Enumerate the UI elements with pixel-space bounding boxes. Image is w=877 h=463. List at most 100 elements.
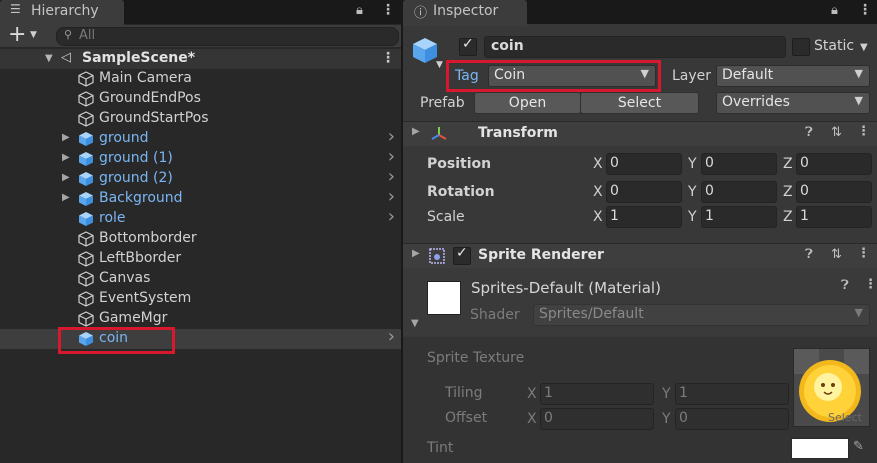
material-foldout-icon[interactable]: ▼ — [411, 318, 419, 329]
hierarchy-item[interactable]: GroundStartPos — [0, 109, 401, 129]
sprite-renderer-enabled-checkbox[interactable]: ✓ — [453, 245, 471, 265]
object-foldout-icon[interactable]: ▼ — [436, 60, 443, 70]
hierarchy-item[interactable]: ▶ ground (2) › — [0, 166, 401, 189]
offset-field[interactable]: 0 — [675, 408, 789, 430]
hierarchy-item-label: ground (2) — [99, 170, 173, 186]
scene-menu-icon[interactable]: ⋮ — [381, 50, 395, 66]
open-prefab-chevron-icon[interactable]: › — [388, 186, 395, 207]
sprite-texture-slot[interactable]: Select — [793, 348, 870, 427]
settings-sliders-icon[interactable]: ⇅ — [831, 125, 842, 140]
axis-label[interactable]: Y — [688, 209, 697, 225]
tiling-label: Tiling — [445, 385, 483, 401]
axis-label[interactable]: Z — [783, 209, 793, 225]
material-preview-swatch[interactable] — [427, 281, 461, 315]
rotation-value: 0 — [705, 183, 714, 199]
hierarchy-item-label: EventSystem — [99, 290, 192, 306]
shader-dropdown[interactable]: Sprites/Default ▼ — [533, 304, 870, 326]
prefab-cube-icon — [79, 172, 93, 186]
chevron-down-icon: ▼ — [854, 94, 863, 107]
hierarchy-item[interactable]: ▶ ground (1) › — [0, 146, 401, 169]
inspector-menu-icon[interactable]: ⋮ — [858, 2, 872, 18]
static-checkbox[interactable] — [792, 38, 810, 56]
prefab-cube-icon — [79, 132, 93, 146]
axis-label[interactable]: Z — [783, 184, 793, 200]
info-icon: ⓘ — [414, 6, 428, 21]
offset-field[interactable]: 0 — [540, 408, 654, 430]
static-dropdown-icon[interactable]: ▼ — [860, 42, 868, 53]
axis-label[interactable]: X — [593, 156, 603, 172]
hierarchy-item[interactable]: LeftBborder — [0, 249, 401, 269]
inspector-lock-icon[interactable]: 🔒︎ — [831, 3, 838, 18]
hierarchy-item[interactable]: GameMgr — [0, 309, 401, 329]
axis-label[interactable]: Y — [688, 184, 697, 200]
unity-scene-icon: ◁ — [61, 50, 71, 65]
axis-label[interactable]: X — [593, 209, 603, 225]
open-prefab-chevron-icon[interactable]: › — [388, 326, 395, 347]
hierarchy-item[interactable]: EventSystem — [0, 289, 401, 309]
hierarchy-item[interactable]: Main Camera — [0, 69, 401, 89]
panel-menu-icon[interactable]: ⋮ — [381, 2, 395, 18]
settings-sliders-icon[interactable]: ⇅ — [831, 247, 842, 262]
add-button[interactable]: + ▼ — [8, 22, 42, 47]
prefab-open-button[interactable]: Open — [474, 92, 581, 114]
overrides-dropdown[interactable]: Overrides ▼ — [716, 92, 870, 114]
transform-header[interactable]: ▶ Transform ❓︎ ⇅ ⋮ — [403, 121, 877, 146]
position-field[interactable]: 0 — [701, 153, 777, 175]
rotation-field[interactable]: 0 — [606, 181, 682, 203]
layer-dropdown[interactable]: Default ▼ — [716, 65, 870, 87]
axis-label[interactable]: Y — [662, 411, 671, 427]
prefab-select-button[interactable]: Select — [580, 92, 699, 114]
hierarchy-item[interactable]: ▶ ground › — [0, 126, 401, 149]
scale-field[interactable]: 1 — [701, 206, 777, 228]
axis-label[interactable]: X — [527, 386, 537, 402]
hierarchy-item[interactable]: Bottomborder — [0, 229, 401, 249]
shader-label: Shader — [470, 307, 520, 323]
static-label: Static — [814, 38, 855, 54]
tiling-field[interactable]: 1 — [675, 383, 789, 405]
rotation-field[interactable]: 0 — [796, 181, 872, 203]
axis-label[interactable]: X — [593, 184, 603, 200]
lock-icon[interactable]: 🔒︎ — [356, 3, 363, 18]
scale-field[interactable]: 1 — [606, 206, 682, 228]
material-menu-icon[interactable]: ⋮ — [864, 277, 877, 292]
hierarchy-item[interactable]: role › — [0, 206, 401, 229]
scale-field[interactable]: 1 — [796, 206, 872, 228]
position-field[interactable]: 0 — [796, 153, 872, 175]
eyedropper-icon[interactable]: ✎ — [853, 439, 864, 454]
active-checkbox[interactable]: ✓ — [459, 36, 477, 56]
open-prefab-chevron-icon[interactable]: › — [388, 166, 395, 187]
axis-label[interactable]: Y — [688, 156, 697, 172]
position-value: 0 — [705, 155, 714, 171]
component-menu-icon[interactable]: ⋮ — [857, 246, 870, 261]
axis-label[interactable]: X — [527, 411, 537, 427]
material-help-icon[interactable]: ❓︎ — [841, 278, 849, 293]
fold-closed-icon: ▶ — [412, 126, 420, 137]
object-name-field[interactable]: coin — [484, 36, 786, 58]
help-icon[interactable]: ❓︎ — [805, 247, 813, 262]
component-menu-icon[interactable]: ⋮ — [857, 124, 870, 139]
fold-closed-icon[interactable]: ▶ — [62, 192, 70, 203]
hierarchy-search-input[interactable]: ⚲ All — [56, 27, 399, 46]
hierarchy-item[interactable]: ▶ Background › — [0, 186, 401, 209]
help-icon[interactable]: ❓︎ — [805, 125, 813, 140]
tiling-field[interactable]: 1 — [540, 383, 654, 405]
open-prefab-chevron-icon[interactable]: › — [388, 126, 395, 147]
axis-label[interactable]: Z — [783, 156, 793, 172]
overrides-value: Overrides — [722, 94, 790, 110]
sprite-renderer-header[interactable]: ▶ ✓ Sprite Renderer ❓︎ ⇅ ⋮ — [403, 243, 877, 268]
scene-row[interactable]: ▼ ◁ SampleScene* ⋮ — [0, 49, 401, 69]
fold-closed-icon[interactable]: ▶ — [62, 172, 70, 183]
inspector-tab[interactable]: ⓘ Inspector — [403, 0, 527, 26]
position-field[interactable]: 0 — [606, 153, 682, 175]
axis-label[interactable]: Y — [662, 386, 671, 402]
fold-closed-icon[interactable]: ▶ — [62, 152, 70, 163]
gameobject-cube-icon — [78, 231, 94, 247]
hierarchy-item[interactable]: GroundEndPos — [0, 89, 401, 109]
tint-color-swatch[interactable] — [791, 438, 849, 459]
rotation-field[interactable]: 0 — [701, 181, 777, 203]
fold-closed-icon[interactable]: ▶ — [62, 132, 70, 143]
open-prefab-chevron-icon[interactable]: › — [388, 146, 395, 167]
chevron-down-icon: ▼ — [854, 67, 863, 80]
open-prefab-chevron-icon[interactable]: › — [388, 206, 395, 227]
hierarchy-item[interactable]: Canvas — [0, 269, 401, 289]
